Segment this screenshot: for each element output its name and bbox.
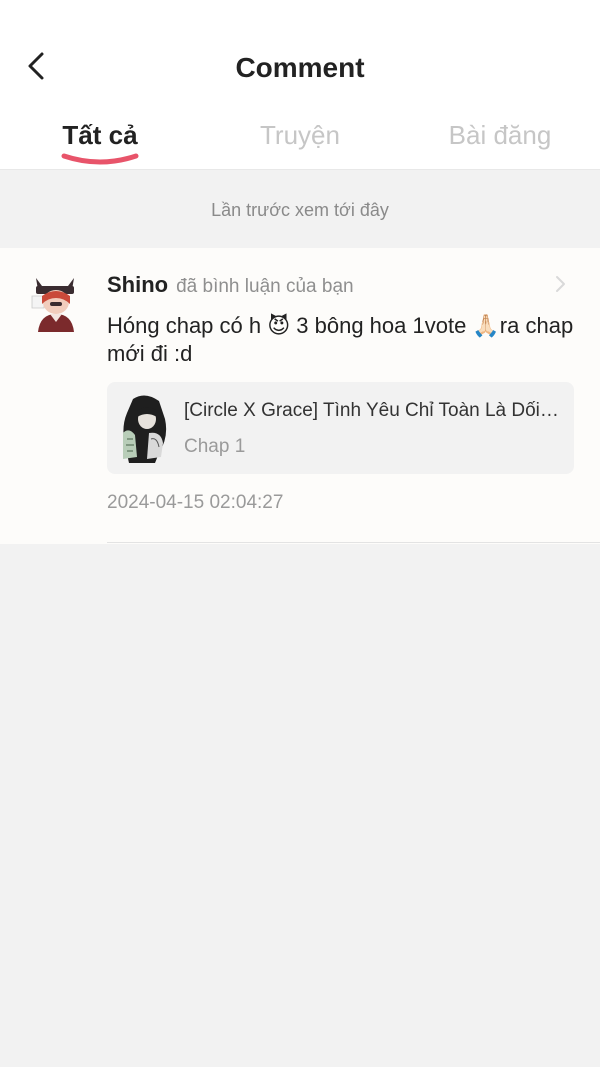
username[interactable]: Shino <box>107 272 168 297</box>
story-card[interactable]: [Circle X Grace] Tình Yêu Chỉ Toàn Là Dố… <box>107 382 574 474</box>
story-cover <box>119 393 171 463</box>
action-text: đã bình luận của bạn <box>176 276 354 297</box>
tab-posts[interactable]: Bài đăng <box>430 112 570 158</box>
comment-header: Shino đã bình luận của bạn <box>107 270 354 300</box>
comment-text: Hóng chap có h 😈 3 bông hoa 1vote 🙏🏻ra c… <box>107 313 574 366</box>
story-chapter: Chap 1 <box>184 436 246 457</box>
chevron-left-icon <box>28 52 44 80</box>
comment-notification[interactable]: Shino đã bình luận của bạn Hóng chap có h… <box>0 248 600 544</box>
page-title: Comment <box>235 52 365 83</box>
last-seen-divider: Lần trước xem tới đây <box>211 200 389 220</box>
top-bar: Comment Tất cả Truyện Bài đăng <box>0 0 600 170</box>
tab-stories[interactable]: Truyện <box>240 112 360 158</box>
back-button[interactable] <box>18 44 58 88</box>
avatar[interactable] <box>28 274 82 334</box>
divider <box>107 542 600 543</box>
chevron-right-icon <box>556 276 565 292</box>
story-title: [Circle X Grace] Tình Yêu Chỉ Toàn Là Dố… <box>184 400 562 421</box>
comment-timestamp: 2024-04-15 02:04:27 <box>107 492 284 513</box>
active-tab-indicator <box>61 153 139 165</box>
